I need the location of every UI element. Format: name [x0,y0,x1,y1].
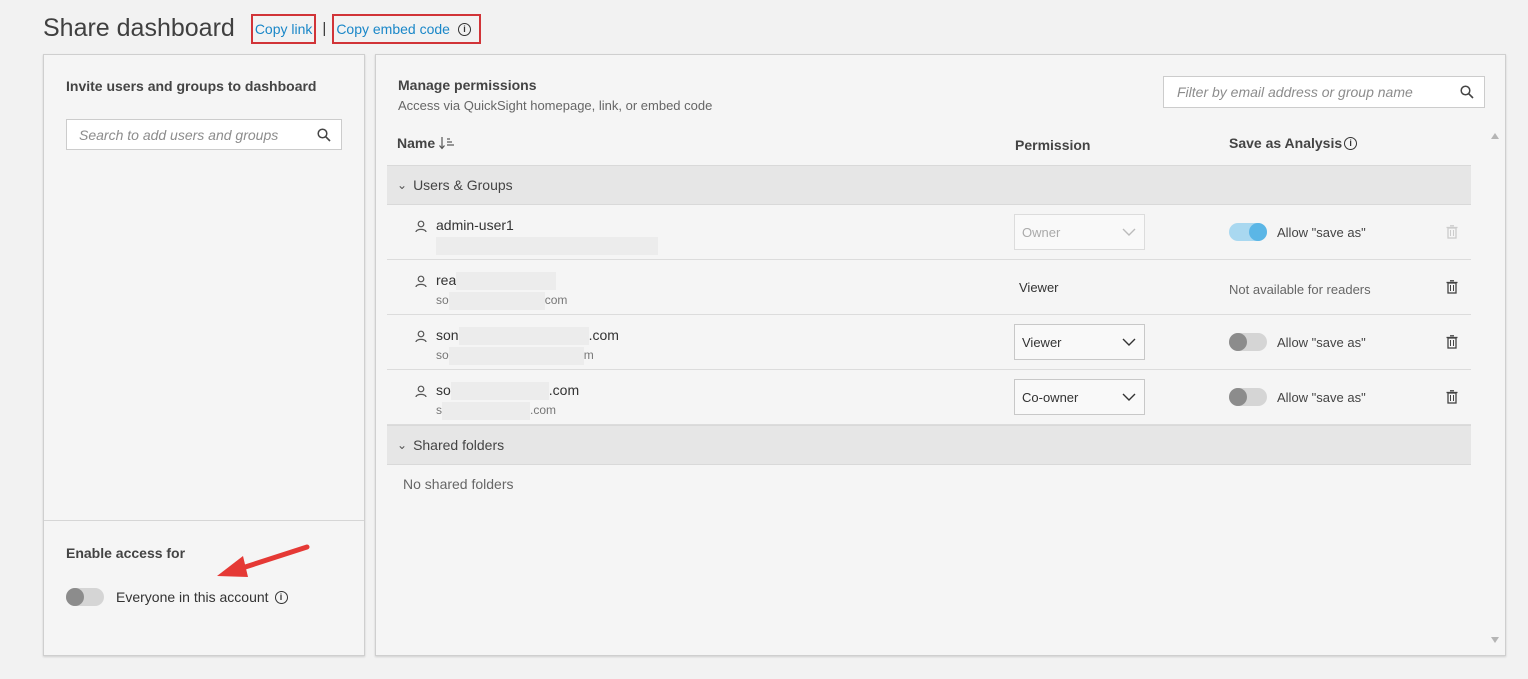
user-icon [415,275,427,288]
search-icon[interactable] [317,127,331,142]
shared-folders-label: Shared folders [413,437,505,453]
user-email-redacted [436,237,658,255]
chevron-down-icon [1122,338,1136,346]
everyone-access-row: Everyone in this account i [66,588,288,606]
table-row: son .com so m Viewer Allow "save as" [387,315,1471,370]
user-icon [415,330,427,343]
name-column-header[interactable]: Name [397,135,455,151]
filter-input[interactable] [1177,84,1460,100]
permission-value: Viewer [1022,334,1062,350]
permission-select: Owner [1014,214,1145,250]
save-as-toggle[interactable] [1229,223,1267,241]
scroll-down-icon[interactable] [1491,637,1499,643]
name-column-label: Name [397,135,436,151]
user-email-suffix: m [583,348,594,363]
scrollbar[interactable] [1487,125,1503,653]
chevron-down-icon[interactable]: ⌄ [397,178,407,192]
user-name: admin-user1 [436,217,514,233]
user-name-prefix: son [436,327,459,343]
filter-box[interactable] [1163,76,1485,108]
user-email-prefix: so [436,348,449,363]
everyone-access-label: Everyone in this account [116,589,269,605]
user-name-text: rea [436,272,457,288]
shared-folders-section[interactable]: ⌄ Shared folders [387,425,1471,465]
permissions-table: Name Permission Save as Analysis i ⌄ Use… [387,125,1471,465]
save-as-toggle[interactable] [1229,333,1267,351]
chevron-down-icon [1122,228,1136,236]
invite-panel: Invite users and groups to dashboard Ena… [43,54,365,656]
trash-icon[interactable] [1446,280,1458,294]
annotation-arrow-icon [217,544,310,577]
search-icon[interactable] [1460,85,1474,99]
user-email: so m [436,347,594,365]
permission-value: Owner [1022,224,1061,240]
scroll-up-icon[interactable] [1491,133,1499,139]
enable-access-title: Enable access for [66,545,186,561]
permission-value: Co-owner [1022,389,1079,405]
save-as-cell: Allow "save as" [1229,223,1366,241]
sort-icon[interactable] [439,136,455,150]
copy-link-highlight: Copy link [250,14,317,44]
info-icon[interactable]: i [1344,136,1358,150]
save-as-column-header: Save as Analysis i [1229,135,1358,151]
permission-value: Viewer [1019,280,1059,295]
user-search-box[interactable] [66,119,342,150]
users-groups-label: Users & Groups [413,177,513,193]
trash-icon [1446,225,1458,239]
info-icon[interactable]: i [457,22,471,36]
table-header: Name Permission Save as Analysis i [387,125,1471,165]
user-email-suffix: .com [530,403,557,418]
save-as-toggle[interactable] [1229,388,1267,406]
user-email: so com [436,292,567,310]
permission-select[interactable]: Viewer [1014,324,1145,360]
copy-link[interactable]: Copy link [255,21,313,37]
table-row: admin-user1 Owner Allow "save as" [387,205,1471,260]
user-name: rea [436,272,557,291]
user-name-prefix: so [436,382,451,398]
share-header: Share dashboard Copy link | Copy embed c… [43,12,481,44]
manage-permissions-panel: Manage permissions Access via QuickSight… [375,54,1506,656]
permission-column-header: Permission [1015,137,1091,153]
page-title: Share dashboard [43,13,235,42]
manage-permissions-subtitle: Access via QuickSight homepage, link, or… [398,98,713,113]
user-icon [415,385,427,398]
save-as-column-label: Save as Analysis [1229,135,1343,151]
copy-embed-highlight: Copy embed code i [332,14,481,44]
user-search-input[interactable] [79,126,317,143]
invite-title: Invite users and groups to dashboard [66,78,317,94]
save-as-label: Allow "save as" [1277,334,1366,350]
panel-divider [44,520,364,521]
copy-embed-code-link[interactable]: Copy embed code [336,21,450,37]
everyone-access-toggle[interactable] [66,588,104,606]
chevron-down-icon [1122,393,1136,401]
manage-permissions-title: Manage permissions [398,77,537,93]
user-name-suffix: .com [548,382,580,398]
trash-icon[interactable] [1446,390,1458,404]
save-as-unavailable: Not available for readers [1229,282,1371,297]
table-row: so .com s .com Co-owner Allow "save as" [387,370,1471,425]
user-email-suffix: com [544,293,568,308]
save-as-label: Allow "save as" [1277,224,1366,240]
link-separator: | [322,19,327,37]
save-as-cell: Allow "save as" [1229,333,1366,351]
info-icon[interactable]: i [274,590,288,604]
user-name: so .com [436,382,580,401]
user-email-prefix: so [436,293,449,308]
no-shared-folders-text: No shared folders [403,476,514,492]
trash-icon[interactable] [1446,335,1458,349]
user-name-suffix: .com [588,327,619,343]
user-name: son .com [436,327,619,346]
chevron-down-icon[interactable]: ⌄ [397,438,407,452]
permission-select[interactable]: Co-owner [1014,379,1145,415]
table-row: rea so com Viewer Not available for reade… [387,260,1471,315]
user-email: s .com [436,402,556,420]
save-as-cell: Allow "save as" [1229,388,1366,406]
save-as-label: Allow "save as" [1277,389,1366,405]
users-groups-section[interactable]: ⌄ Users & Groups [387,165,1471,205]
user-icon [415,220,427,233]
